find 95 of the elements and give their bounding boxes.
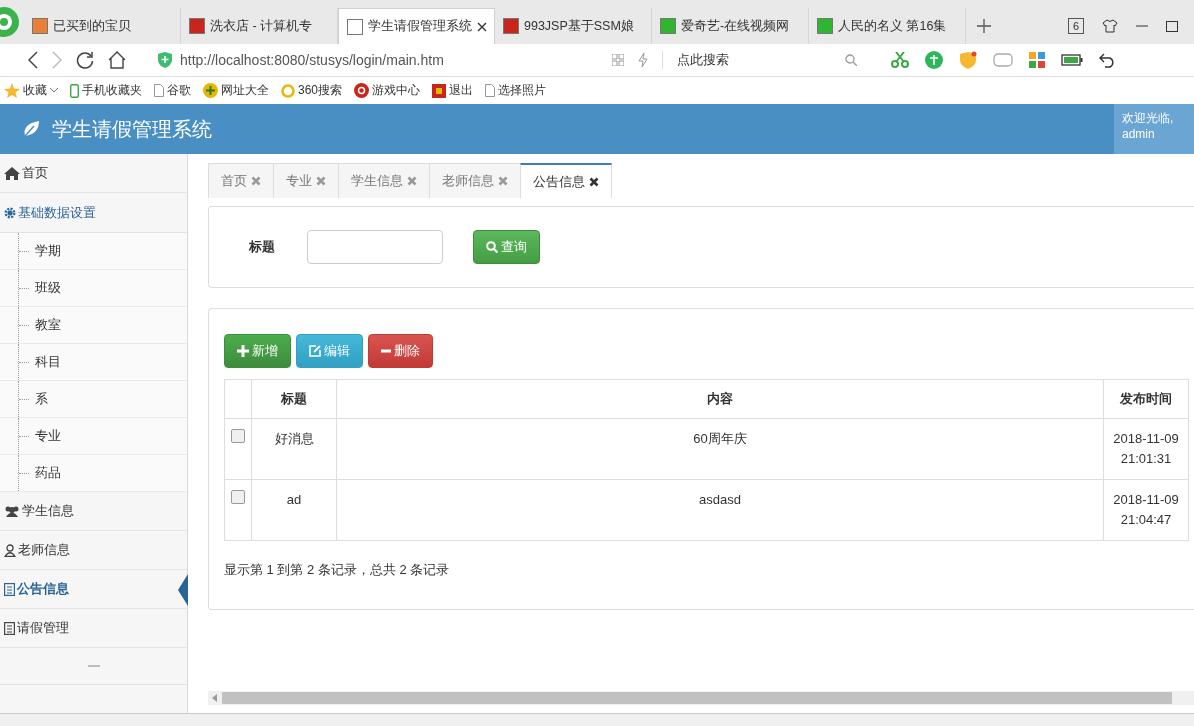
close-icon[interactable] [589, 176, 599, 187]
browser-tab[interactable]: 学生请假管理系统 [338, 8, 495, 44]
table-cell: 60周年庆 [693, 431, 747, 446]
bookmark-link[interactable]: 收藏 [23, 82, 47, 99]
back-icon[interactable] [28, 51, 38, 69]
bookmark-link[interactable]: 游戏中心 [372, 82, 421, 99]
scissors-icon[interactable] [891, 52, 909, 68]
sidebar-item[interactable]: 老师信息 [0, 531, 187, 570]
page-tab[interactable]: 专业 [273, 163, 339, 198]
page-tab[interactable]: 学生信息 [338, 163, 430, 198]
bookmark-link[interactable]: 选择照片 [498, 82, 547, 99]
delete-button[interactable]: 删除 [368, 334, 433, 368]
app-title: 学生请假管理系统 [52, 116, 212, 142]
qr-code-icon[interactable] [612, 54, 624, 66]
edit-icon [309, 345, 321, 357]
page-icon [154, 84, 164, 97]
column-header: 标题 [251, 379, 337, 419]
sidebar-subitem[interactable]: 教室 [0, 307, 187, 344]
sidebar-subitem[interactable]: 班级 [0, 270, 187, 307]
browser-logo-icon[interactable] [0, 7, 22, 37]
favicon-icon [660, 18, 676, 34]
bookmark-link[interactable]: 360搜索 [298, 82, 343, 99]
sidebar-item[interactable]: 公告信息 [0, 570, 187, 609]
title-input-field[interactable] [307, 230, 443, 264]
home-icon [4, 166, 20, 180]
favicon-icon [817, 18, 833, 34]
lightning-icon[interactable] [638, 53, 648, 67]
row-checkbox[interactable] [231, 429, 245, 443]
bookmark-link[interactable]: 退出 [449, 82, 474, 99]
horizontal-scrollbar[interactable] [208, 691, 1194, 705]
sidebar-subitem[interactable]: 药品 [0, 455, 187, 492]
scroll-left-icon[interactable] [212, 694, 217, 702]
ring-icon [281, 83, 295, 98]
gamepad-icon[interactable] [993, 53, 1013, 67]
sidebar-subitem[interactable]: 科目 [0, 344, 187, 381]
leaf-icon [22, 119, 42, 139]
sidebar-subitem[interactable]: 专业 [0, 418, 187, 455]
user-name: admin [1122, 126, 1156, 142]
favicon-icon [503, 18, 519, 34]
document-icon [4, 582, 15, 596]
battery-icon[interactable] [1061, 54, 1083, 66]
page-tab[interactable]: 公告信息 [520, 163, 612, 198]
row-checkbox[interactable] [231, 490, 245, 504]
minus-icon [381, 349, 391, 353]
welcome-text: 欢迎光临, [1122, 110, 1175, 126]
search-icon[interactable] [845, 54, 857, 66]
active-pointer-icon [178, 574, 188, 606]
shield-badge-icon[interactable] [959, 51, 977, 69]
favicon-icon [347, 18, 363, 35]
favicon-icon [432, 83, 447, 98]
new-tab-icon[interactable] [977, 19, 991, 33]
search-field[interactable]: 点此搜索 [662, 51, 857, 69]
sidebar-subitem[interactable]: 学期 [0, 233, 187, 270]
reload-icon[interactable] [76, 51, 94, 69]
sidebar-item[interactable]: 学生信息 [0, 492, 187, 531]
favicon-icon [32, 18, 48, 34]
table-cell: 2018-11-09 21:01:31 [1113, 431, 1179, 466]
table-cell: 2018-11-09 21:04:47 [1113, 492, 1179, 527]
star-icon [4, 83, 20, 98]
field-label: 标题 [249, 238, 276, 256]
table-cell: asdasd [699, 492, 741, 507]
plus-icon [237, 345, 249, 357]
maximize-icon[interactable] [1166, 20, 1178, 32]
home-icon[interactable] [108, 51, 126, 69]
column-header: 发布时间 [1103, 379, 1189, 419]
pagination-info: 显示第 1 到第 2 条记录，总共 2 条记录 [224, 561, 451, 579]
phone-icon [70, 83, 79, 98]
collapse-handle-icon[interactable] [87, 665, 100, 667]
user-icon [4, 543, 16, 557]
tab-count[interactable]: 6 [1067, 18, 1084, 34]
bookmark-link[interactable]: 手机收藏夹 [82, 82, 142, 99]
plus-circle-icon [203, 83, 218, 98]
address-field[interactable]: http://localhost:8080/stusys/login/main.htm [180, 52, 444, 68]
page-tab[interactable]: 首页 [208, 163, 274, 198]
caret-icon[interactable] [50, 88, 58, 93]
sidebar-item[interactable]: 请假管理 [0, 609, 187, 648]
shield-icon [158, 52, 172, 68]
apps-icon[interactable] [1029, 52, 1045, 68]
favicon-icon [189, 18, 205, 34]
close-icon[interactable] [477, 21, 487, 32]
bookmark-link[interactable]: 谷歌 [167, 82, 191, 99]
table-cell: ad [286, 492, 302, 507]
table-cell: 好消息 [274, 431, 314, 446]
column-header: 内容 [336, 379, 1104, 419]
shirt-icon[interactable] [1102, 19, 1118, 33]
document-icon [4, 621, 15, 635]
sidebar-item[interactable]: 首页 [0, 154, 187, 193]
undo-icon[interactable] [1099, 52, 1117, 68]
forward-icon[interactable] [52, 51, 62, 69]
gear-icon [4, 206, 16, 219]
search-icon [486, 241, 498, 253]
sidebar-subitem[interactable]: 系 [0, 381, 187, 418]
page-tab[interactable]: 老师信息 [429, 163, 521, 198]
bookmark-link[interactable]: 网址大全 [221, 82, 269, 99]
page-icon [485, 84, 496, 97]
